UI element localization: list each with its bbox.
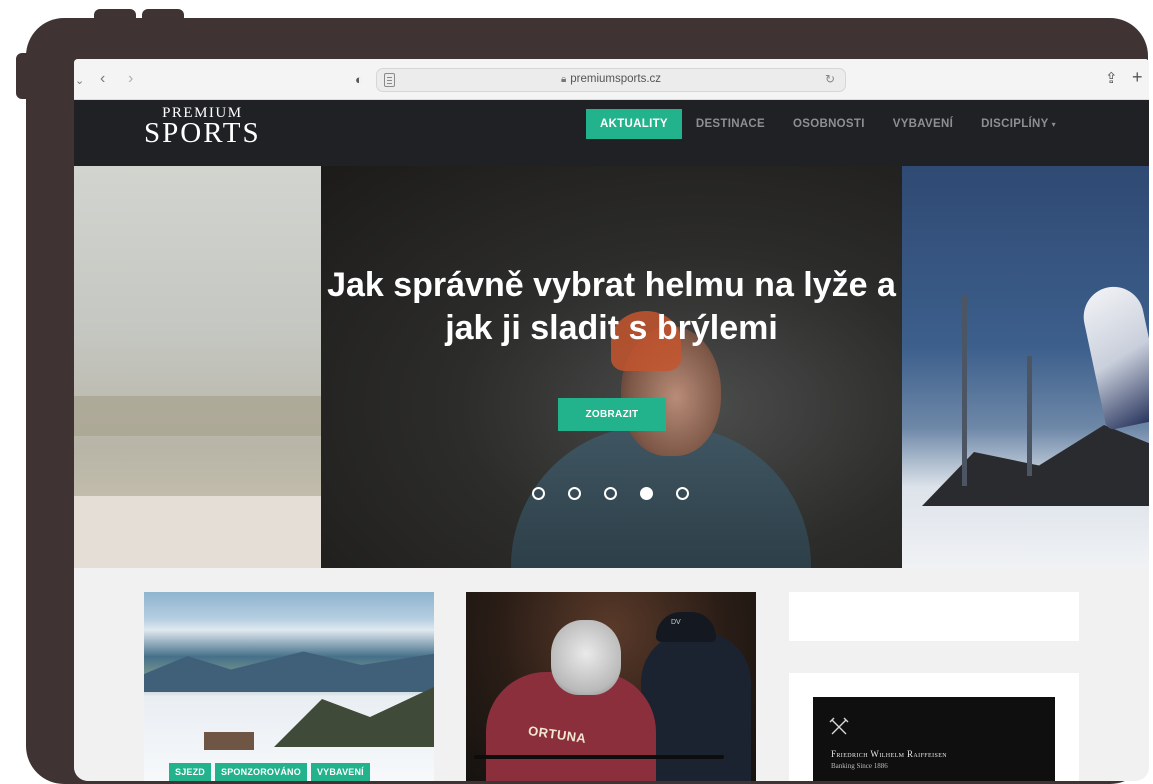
article-tags: SJEZD SPONZOROVÁNO VYBAVENÍ [169,763,370,781]
hero-slider: Jak správně vybrat helmu na lyže a jak j… [74,166,1149,568]
new-tab-icon[interactable]: + [1132,67,1143,87]
chairlift-pole [962,296,967,486]
main-nav: AKTUALITY DESTINACE OSOBNOSTI VYBAVENÍ D… [586,109,1070,139]
hero-slide-image [321,166,902,568]
hero-next-skier [1078,281,1149,431]
card-forest [274,687,434,747]
hero-title[interactable]: Jak správně vybrat helmu na lyže a jak j… [321,264,902,350]
forward-icon[interactable]: › [128,69,133,89]
card-mountain-ridge [144,651,434,692]
tag-vybaveni[interactable]: VYBAVENÍ [310,763,370,781]
address-bar[interactable]: 🔒︎ premiumsports.cz ↻ [376,68,846,92]
back-icon[interactable]: ‹ [100,69,105,89]
lock-icon: 🔒︎ [560,74,567,85]
hero-next-mountain [922,425,1149,506]
tag-sjezd[interactable]: SJEZD [169,763,212,781]
slider-dot-4-active[interactable] [640,487,653,500]
sidebar-ad-panel: Friedrich Wilhelm Raiffeisen Banking Sin… [789,673,1079,781]
share-icon[interactable]: ⇪ [1105,69,1118,89]
article-card-image-ski[interactable]: SJEZD SPONZOROVÁNO VYBAVENÍ [144,592,434,781]
url-text: 🔒︎ premiumsports.cz [377,73,845,85]
reload-icon[interactable]: ↻ [825,72,835,86]
nav-item-aktuality[interactable]: AKTUALITY [586,109,682,139]
article-card-image-hockey[interactable]: DV ORTUNA [466,592,756,781]
slider-dots [532,487,689,500]
site-logo[interactable]: PREMIUM SPORTS [144,106,261,148]
ad-title: Friedrich Wilhelm Raiffeisen [831,749,948,759]
hero-prev-slide-image[interactable] [74,166,321,568]
logo-main-text: SPORTS [144,117,261,149]
site-header: PREMIUM SPORTS AKTUALITY DESTINACE OSOBN… [74,100,1149,166]
nav-item-osobnosti[interactable]: OSOBNOSTI [779,109,879,139]
slider-dot-2[interactable] [568,487,581,500]
nav-item-destinace[interactable]: DESTINACE [682,109,779,139]
crossed-hammers-icon [829,717,849,735]
tablet-frame: ⌄ ‹ › ◐ 🔒︎ premiumsports.cz ↻ ⇪ + PREMIUM… [26,18,1149,784]
hero-prev-slide-floor [74,496,321,568]
chevron-down-icon[interactable]: ⌄ [75,71,84,91]
card-goalie-mask [551,620,621,695]
home-indicator-bar [474,755,724,759]
card-coach-cap [656,612,716,642]
card-chalet [204,732,254,750]
article-grid: SJEZD SPONZOROVÁNO VYBAVENÍ DV ORTUNA Fr… [74,568,1149,781]
shield-icon[interactable]: ◐ [355,70,363,90]
chevron-down-icon: ▾ [1051,120,1056,129]
nav-item-discipliny-label: DISCIPLÍNY [981,118,1049,130]
browser-toolbar: ⌄ ‹ › ◐ 🔒︎ premiumsports.cz ↻ ⇪ + [74,59,1149,100]
hero-prev-slide-band [74,396,321,436]
card-cap-text: DV [671,619,681,626]
slider-dot-5[interactable] [676,487,689,500]
url-label: premiumsports.cz [570,73,662,85]
hero-show-button[interactable]: ZOBRAZIT [558,398,666,431]
nav-item-discipliny[interactable]: DISCIPLÍNY ▾ [967,109,1070,139]
slider-dot-1[interactable] [532,487,545,500]
tag-sponzorovano[interactable]: SPONZOROVÁNO [215,763,307,781]
slider-dot-3[interactable] [604,487,617,500]
ad-subtitle: Banking Since 1886 [831,762,888,770]
sidebar-panel-empty [789,592,1079,641]
chairlift-pole [1027,356,1032,476]
nav-item-vybaveni[interactable]: VYBAVENÍ [879,109,967,139]
hero-next-slide-image[interactable] [902,166,1149,568]
screen: ⌄ ‹ › ◐ 🔒︎ premiumsports.cz ↻ ⇪ + PREMIUM… [74,59,1149,781]
raiffeisen-ad[interactable]: Friedrich Wilhelm Raiffeisen Banking Sin… [813,697,1055,781]
